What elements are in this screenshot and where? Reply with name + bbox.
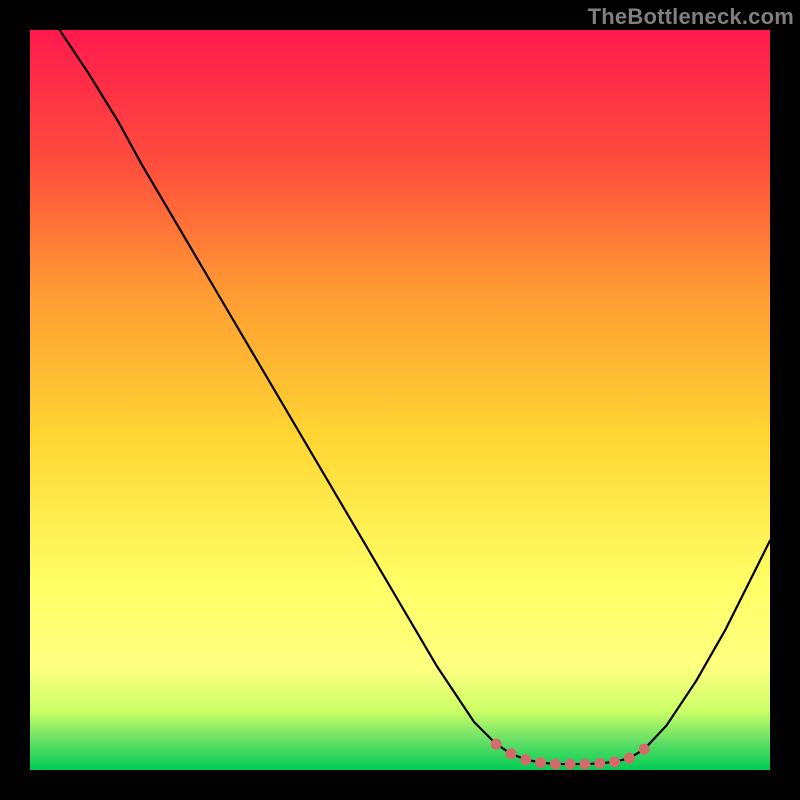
trough-dot: [506, 748, 517, 759]
chart-container: TheBottleneck.com: [0, 0, 800, 800]
trough-dot: [624, 753, 635, 764]
trough-dot: [609, 756, 620, 767]
trough-dot: [580, 759, 591, 770]
gradient-background: [30, 30, 770, 770]
trough-dot: [535, 757, 546, 768]
trough-dot: [639, 744, 650, 755]
trough-dot: [565, 759, 576, 770]
trough-dot: [550, 759, 561, 770]
trough-dot: [491, 739, 502, 750]
bottleneck-chart: [30, 30, 770, 770]
attribution-label: TheBottleneck.com: [588, 4, 794, 30]
trough-dot: [520, 754, 531, 765]
trough-dot: [594, 758, 605, 769]
